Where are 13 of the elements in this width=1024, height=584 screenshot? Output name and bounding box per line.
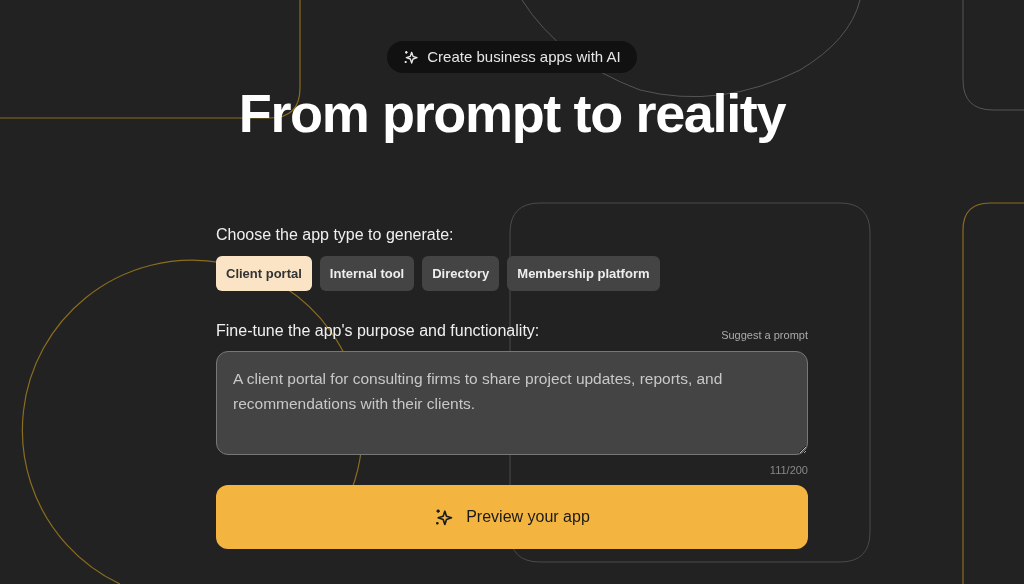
character-counter: 111/200	[769, 463, 808, 478]
purpose-label: Fine-tune the app's purpose and functionality:	[216, 321, 540, 341]
sparkle-icon	[403, 49, 420, 65]
app-type-chip[interactable]: Internal tool	[319, 256, 415, 291]
badge-text: Create business apps with AI	[427, 46, 621, 67]
app-type-chip[interactable]: Directory	[422, 256, 500, 291]
preview-button[interactable]: Preview your app	[216, 484, 808, 549]
page-title: From prompt to reality	[238, 82, 786, 145]
app-type-chip[interactable]: Membership platform	[507, 256, 660, 291]
suggest-prompt-link[interactable]: Suggest a prompt	[721, 326, 808, 343]
app-type-chip[interactable]: Client portal	[216, 256, 312, 291]
app-type-label: Choose the app type to generate:	[216, 225, 455, 245]
purpose-textarea[interactable]: A client portal for consulting firms to share project updates, reports, and recommendations with their clients.	[216, 351, 808, 455]
